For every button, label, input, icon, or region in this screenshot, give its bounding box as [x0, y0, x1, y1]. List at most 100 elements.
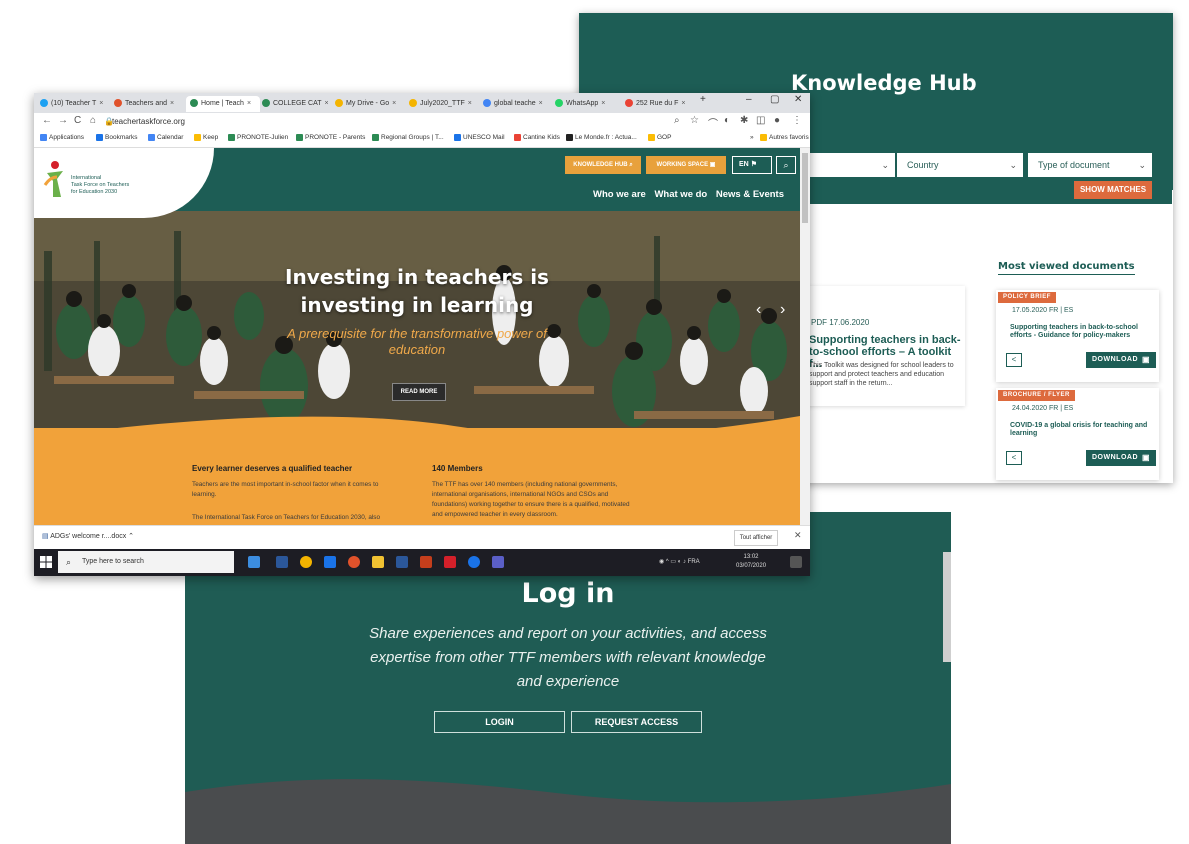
featured-document-card[interactable]: PDF 17.06.2020 Supporting teachers in ba… — [805, 286, 965, 406]
taskbar-app-icon[interactable] — [276, 556, 288, 568]
close-icon[interactable]: × — [99, 100, 103, 107]
close-icon[interactable]: ✕ — [794, 530, 802, 541]
windows-start-icon[interactable] — [40, 556, 52, 568]
close-icon[interactable]: × — [392, 100, 396, 107]
carousel-next-icon[interactable]: › — [780, 301, 785, 319]
forward-icon[interactable]: → — [58, 115, 68, 126]
request-access-button[interactable]: REQUEST ACCESS — [571, 711, 702, 733]
working-space-button[interactable]: WORKING SPACE ▣ — [646, 156, 726, 174]
bookmark-item[interactable]: Keep — [194, 134, 218, 141]
browser-tab[interactable]: (10) Teacher T × — [40, 96, 110, 112]
new-tab-icon[interactable]: + — [700, 94, 706, 105]
word-icon[interactable] — [396, 556, 408, 568]
bookmark-item[interactable]: Bookmarks — [96, 134, 138, 141]
download-item[interactable]: ▤ ADGs' welcome r....docx ⌃ — [42, 532, 134, 540]
taskbar-app-icon[interactable] — [468, 556, 480, 568]
close-icon[interactable]: × — [247, 100, 251, 107]
extension-icon[interactable]: ⌒ — [708, 115, 718, 130]
teams-icon[interactable] — [492, 556, 504, 568]
chevron-down-icon: ⌄ — [1009, 160, 1017, 170]
notification-icon[interactable] — [790, 556, 802, 568]
maximize-icon[interactable]: ▢ — [770, 94, 779, 105]
bookmark-item[interactable]: Applications — [40, 134, 84, 141]
logo-line: Task Force on Teachers — [71, 182, 130, 188]
filter-select-topic[interactable]: ⌄ — [809, 153, 895, 177]
nav-who-we-are[interactable]: Who we are — [593, 189, 646, 200]
powerpoint-icon[interactable] — [420, 556, 432, 568]
more-bookmarks-icon[interactable]: » — [750, 134, 754, 141]
menu-icon[interactable]: ⋮ — [792, 115, 802, 126]
bookmark-item[interactable]: Le Monde.fr : Actua... — [566, 134, 637, 141]
knowledge-hub-button[interactable]: KNOWLEDGE HUB ⌕ — [565, 156, 641, 174]
back-icon[interactable]: ← — [42, 115, 52, 126]
tray-icons: ◉ ^ ▭ ◐ ♪ — [659, 559, 688, 565]
home-icon[interactable]: ⌂ — [90, 115, 96, 126]
close-window-icon[interactable]: ✕ — [794, 94, 802, 105]
chrome-icon[interactable] — [300, 556, 312, 568]
system-tray[interactable]: ◉ ^ ▭ ◐ ♪ FRA — [659, 558, 700, 565]
tab-label: 252 Rue du F — [636, 100, 679, 107]
taskbar-app-icon[interactable] — [248, 556, 260, 568]
share-icon[interactable]: < — [1006, 451, 1022, 465]
browser-tab[interactable]: My Drive - Go × — [335, 96, 405, 112]
close-icon[interactable]: × — [468, 100, 472, 107]
page-scrollbar[interactable] — [800, 148, 810, 525]
download-button[interactable]: DOWNLOAD ▣ — [1086, 352, 1156, 368]
read-more-button[interactable]: READ MORE — [392, 383, 446, 401]
reload-icon[interactable]: C — [74, 115, 81, 126]
close-icon[interactable]: × — [539, 100, 543, 107]
show-matches-button[interactable]: SHOW MATCHES — [1074, 181, 1152, 199]
browser-tab[interactable]: Teachers and × — [114, 96, 182, 112]
cast-icon[interactable]: ◫ — [756, 115, 765, 126]
close-icon[interactable]: × — [601, 100, 605, 107]
bookmark-item[interactable]: Calendar — [148, 134, 183, 141]
minimize-icon[interactable]: – — [746, 94, 752, 105]
taskbar-search-input[interactable]: ⌕ Type here to search — [58, 551, 234, 573]
show-all-downloads-button[interactable]: Tout afficher — [734, 530, 778, 546]
filter-select-country[interactable]: Country ⌄ — [897, 153, 1023, 177]
bookmark-item[interactable]: PRONOTE-Julien — [228, 134, 288, 141]
language-selector[interactable]: EN ⚑ — [732, 156, 772, 174]
tab-label: July2020_TTF — [420, 100, 465, 107]
extension-icon[interactable]: ◐ — [724, 115, 730, 126]
browser-tab[interactable]: COLLEGE CAT × — [262, 96, 330, 112]
taskbar-app-icon[interactable] — [324, 556, 336, 568]
pdf-icon[interactable] — [444, 556, 456, 568]
bookmark-item[interactable]: UNESCO Mail — [454, 134, 505, 141]
star-icon[interactable]: ☆ — [690, 115, 699, 126]
nav-news-events[interactable]: News & Events — [716, 189, 784, 200]
chevron-up-icon[interactable]: ⌃ — [128, 533, 134, 540]
browser-tab-active[interactable]: Home | Teach × — [186, 96, 260, 112]
carousel-prev-icon[interactable]: ‹ — [756, 301, 761, 319]
close-icon[interactable]: × — [681, 100, 685, 107]
site-search-icon[interactable]: ⌕ — [776, 156, 796, 174]
browser-tab[interactable]: WhatsApp × — [555, 96, 621, 112]
zoom-icon[interactable]: ⌕ — [674, 115, 680, 126]
scrollbar-thumb[interactable] — [802, 153, 808, 223]
puzzle-icon[interactable]: ✱ — [740, 115, 748, 126]
url-input[interactable]: teachertaskforce.org — [112, 117, 185, 126]
bookmark-item[interactable]: Regional Groups | T... — [372, 134, 444, 141]
browser-tab[interactable]: 252 Rue du F × — [625, 96, 695, 112]
browser-tab[interactable]: global teache × — [483, 96, 551, 112]
other-bookmarks[interactable]: Autres favoris — [760, 134, 809, 141]
nav-what-we-do[interactable]: What we do — [654, 189, 707, 200]
filter-select-document-type[interactable]: Type of document ⌄ — [1028, 153, 1152, 177]
login-button[interactable]: LOGIN — [434, 711, 565, 733]
website-content: Investing in teachers is investing in le… — [34, 148, 800, 525]
close-icon[interactable]: × — [170, 100, 174, 107]
file-explorer-icon[interactable] — [372, 556, 384, 568]
taskbar-clock[interactable]: 13:02 03/07/2020 — [736, 553, 766, 571]
browser-tab[interactable]: July2020_TTF × — [409, 96, 479, 112]
whatsapp-icon — [555, 99, 563, 108]
share-icon[interactable]: < — [1006, 353, 1022, 367]
bookmark-item[interactable]: PRONOTE - Parents — [296, 134, 365, 141]
download-button[interactable]: DOWNLOAD ▣ — [1086, 450, 1156, 466]
taskbar-app-icon[interactable] — [348, 556, 360, 568]
bookmark-item[interactable]: Cantine Kids — [514, 134, 560, 141]
profile-avatar-icon[interactable]: ● — [774, 115, 780, 126]
document-title[interactable]: Supporting teachers in back-to-school ef… — [1010, 324, 1156, 340]
bookmark-item[interactable]: GOP — [648, 134, 671, 141]
close-icon[interactable]: × — [325, 100, 329, 107]
document-title[interactable]: COVID-19 a global crisis for teaching an… — [1010, 422, 1156, 438]
